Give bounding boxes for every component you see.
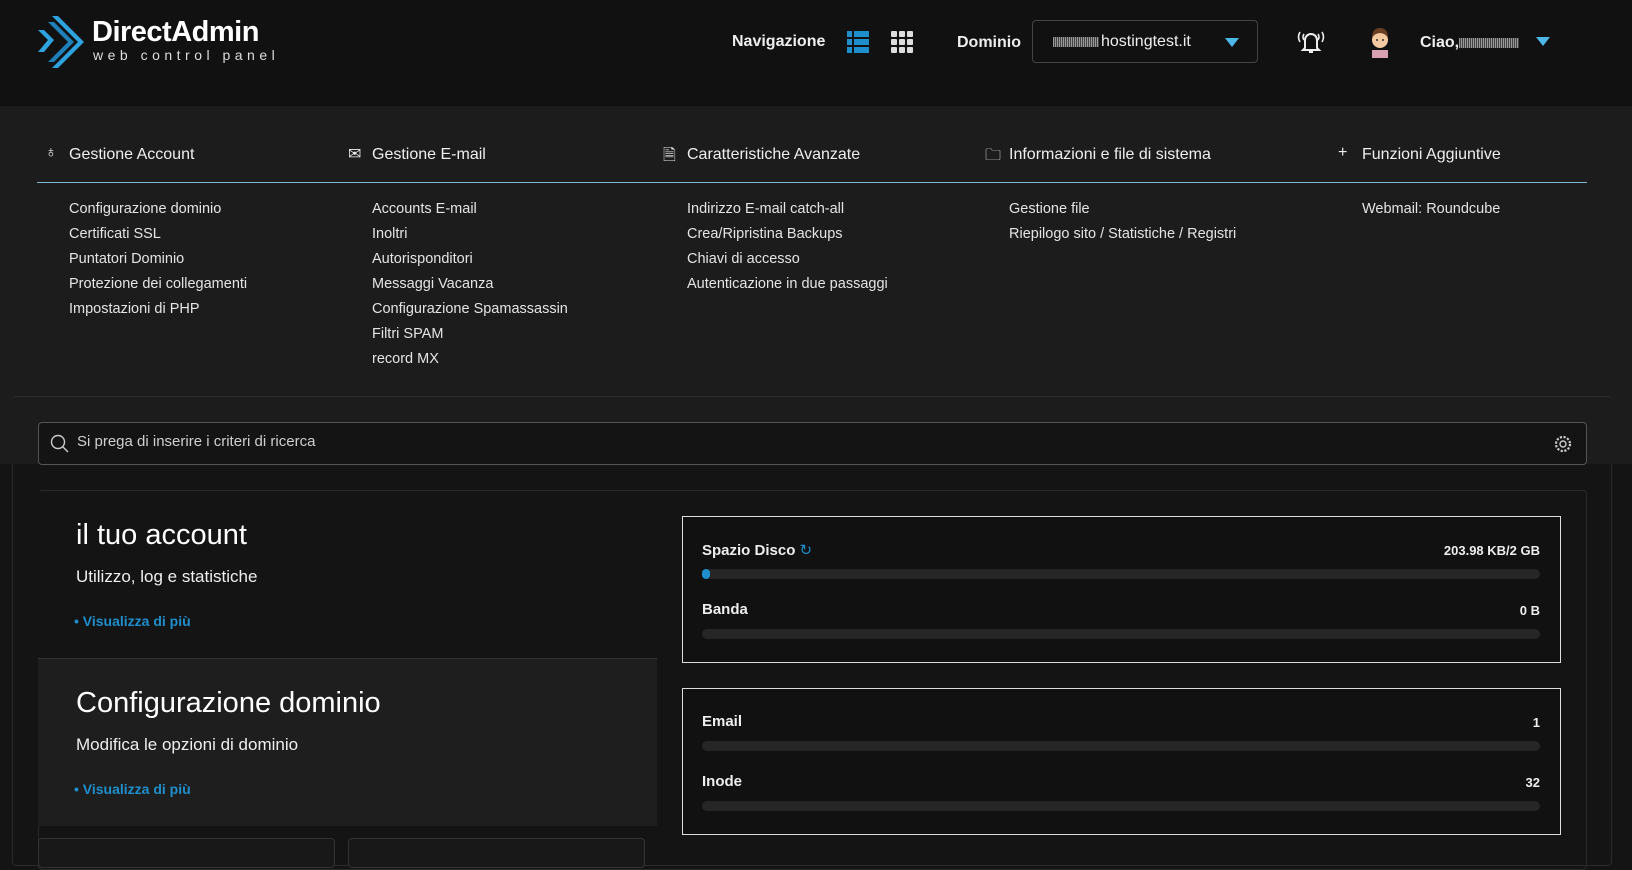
menu-divider <box>37 182 1587 183</box>
stat-value: 203.98 KB/2 GB <box>1443 543 1540 558</box>
menu-column-header: ✉ Gestione E-mail <box>348 146 486 164</box>
menu-item[interactable]: Filtri SPAM <box>372 325 568 350</box>
card-subtitle: Modifica le opzioni di dominio <box>76 735 299 754</box>
search-icon <box>50 434 69 453</box>
menu-item[interactable]: Certificati SSL <box>69 225 247 250</box>
menu-item[interactable]: Accounts E-mail <box>372 200 568 225</box>
menu-item[interactable]: Crea/Ripristina Backups <box>687 225 888 250</box>
gear-icon[interactable] <box>1554 435 1572 453</box>
menu-item[interactable]: Indirizzo E-mail catch-all <box>687 200 888 225</box>
menu-item[interactable]: record MX <box>372 350 568 375</box>
directadmin-logo-icon <box>38 16 84 68</box>
file-gear-icon: 🗎 <box>663 147 676 164</box>
column-title: Funzioni Aggiuntive <box>1362 146 1501 163</box>
account-card[interactable]: il tuo account Utilizzo, log e statistic… <box>38 491 657 659</box>
plus-icon: + <box>1338 144 1348 161</box>
redacted-text <box>1053 36 1099 47</box>
menu-item[interactable]: Webmail: Roundcube <box>1362 200 1500 225</box>
menu-item[interactable]: Protezione dei collegamenti <box>69 275 247 300</box>
mail-icon: ✉ <box>348 146 362 163</box>
card-title: il tuo account <box>76 519 247 551</box>
menu-column-header: ♁ Gestione Account <box>45 144 195 164</box>
folder-icon: 🗀 <box>985 147 1002 164</box>
progress-fill <box>702 569 711 579</box>
user-icon: ♁ <box>45 144 57 161</box>
list-view-icon[interactable] <box>847 31 869 53</box>
domain-label: Dominio <box>957 34 1021 51</box>
search-input[interactable] <box>77 433 1527 450</box>
menu-item[interactable]: Autorisponditori <box>372 250 568 275</box>
card-subtitle: Utilizzo, log e statistiche <box>76 567 258 586</box>
chevron-down-icon <box>1225 38 1239 47</box>
domain-select[interactable]: hostingtest.it <box>1032 20 1258 63</box>
menu-column-header: 🗎 Caratteristiche Avanzate <box>663 146 861 164</box>
column-title: Gestione Account <box>69 146 195 163</box>
menu-item[interactable]: Configurazione dominio <box>69 200 247 225</box>
top-header: DirectAdmin web control panel Navigazion… <box>0 0 1632 106</box>
progress-bar <box>702 569 1540 579</box>
column-title: Gestione E-mail <box>372 146 486 163</box>
menu-column-items: Webmail: Roundcube <box>1362 200 1500 225</box>
stat-label: Spazio Disco ↻ <box>702 542 813 559</box>
menu-item[interactable]: Configurazione Spamassassin <box>372 300 568 325</box>
user-greeting[interactable]: Ciao, <box>1420 34 1521 52</box>
view-more-link[interactable]: • Visualizza di più <box>74 613 191 629</box>
avatar[interactable] <box>1366 26 1394 58</box>
stat-label: Banda <box>702 601 748 618</box>
usage-box-email-inode: Email 1 Inode 32 <box>682 688 1561 835</box>
menu-column-items: Configurazione dominio Certificati SSL Pun… <box>69 200 247 325</box>
progress-bar <box>702 741 1540 751</box>
card-title: Configurazione dominio <box>76 687 381 719</box>
logo-subtitle: web control panel <box>93 47 280 63</box>
small-card[interactable] <box>38 838 335 868</box>
progress-bar <box>702 629 1540 639</box>
menu-column-items: Gestione file Riepilogo sito / Statistich… <box>1009 200 1236 250</box>
search-bar <box>38 422 1587 465</box>
redacted-username <box>1459 37 1520 48</box>
view-more-link[interactable]: • Visualizza di più <box>74 781 191 797</box>
progress-bar <box>702 801 1540 811</box>
menu-item[interactable]: Puntatori Dominio <box>69 250 247 275</box>
menu-column-items: Indirizzo E-mail catch-all Crea/Ripristin… <box>687 200 888 300</box>
stat-label: Email <box>702 713 743 730</box>
menu-item[interactable]: Messaggi Vacanza <box>372 275 568 300</box>
grid-view-icon[interactable] <box>891 31 913 53</box>
menu-item[interactable]: Inoltri <box>372 225 568 250</box>
bell-icon[interactable] <box>1295 26 1327 56</box>
menu-column-items: Accounts E-mail Inoltri Autorisponditori Me… <box>372 200 568 375</box>
column-title: Caratteristiche Avanzate <box>687 146 861 163</box>
stat-label: Inode <box>702 773 742 790</box>
stat-value: 32 <box>1525 775 1540 790</box>
usage-box-disk-bandwidth: Spazio Disco ↻ 203.98 KB/2 GB Banda 0 B <box>682 516 1561 663</box>
column-title: Informazioni e file di sistema <box>1009 146 1211 163</box>
small-card[interactable] <box>348 838 645 868</box>
stat-value: 1 <box>1532 715 1540 730</box>
menu-column-header: 🗀 Informazioni e file di sistema <box>985 146 1211 164</box>
menu-item[interactable]: Gestione file <box>1009 200 1236 225</box>
user-menu-chevron-icon[interactable] <box>1536 37 1550 46</box>
menu-item[interactable]: Impostazioni di PHP <box>69 300 247 325</box>
logo-title: DirectAdmin <box>92 16 259 48</box>
menu-item[interactable]: Chiavi di accesso <box>687 250 888 275</box>
menu-column-header: + Funzioni Aggiuntive <box>1338 144 1501 164</box>
domain-config-card[interactable]: Configurazione dominio Modifica le opzio… <box>38 658 657 826</box>
domain-value: hostingtest.it <box>1101 33 1191 50</box>
stat-value: 0 B <box>1519 603 1540 618</box>
menu-item[interactable]: Autenticazione in due passaggi <box>687 275 888 300</box>
refresh-icon[interactable]: ↻ <box>800 542 813 559</box>
navigation-label: Navigazione <box>732 33 826 50</box>
menu-item[interactable]: Riepilogo sito / Statistiche / Registri <box>1009 225 1236 250</box>
